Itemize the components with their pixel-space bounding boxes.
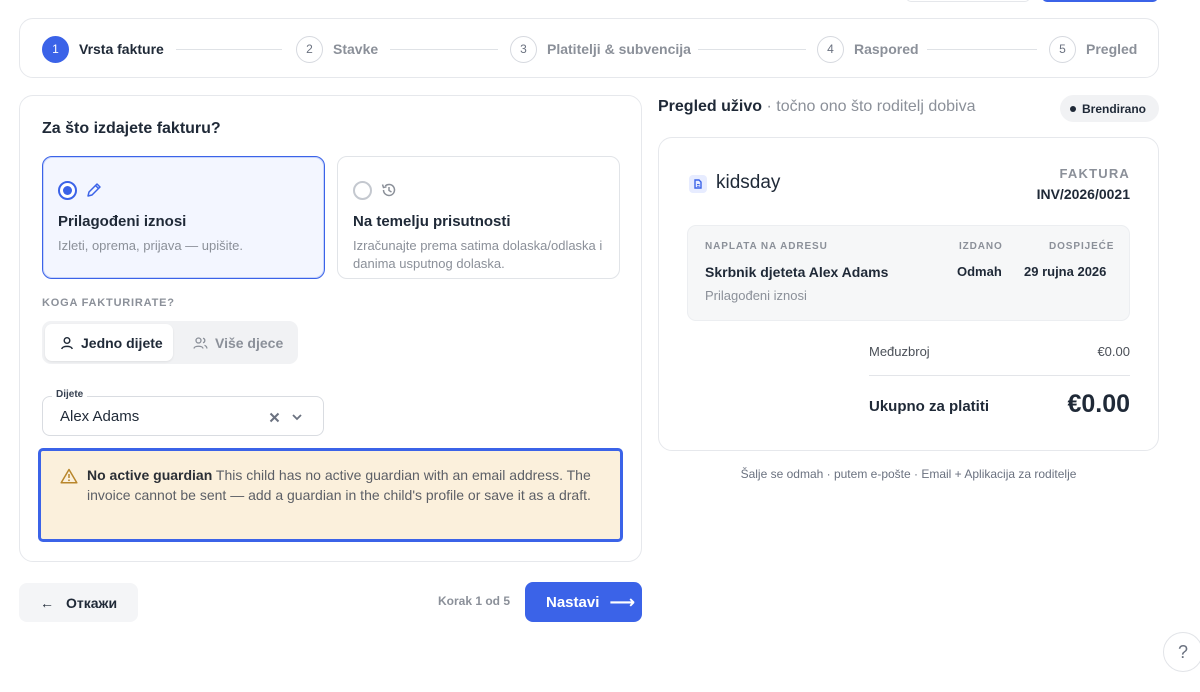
badge-label: Brendirano <box>1082 101 1147 116</box>
issued-label: IZDANO <box>959 241 1003 252</box>
alert-message: No active guardian This child has no act… <box>87 465 604 505</box>
due-label: DOSPIJEĆE <box>1049 241 1115 252</box>
option-description: Izračunajte prema satima dolaska/odlaska… <box>353 238 603 271</box>
segment-label: Više djece <box>215 334 284 351</box>
users-icon <box>193 336 208 349</box>
user-icon <box>61 336 73 349</box>
subtotal-label: Međuzbroj <box>869 344 930 359</box>
top-secondary-button[interactable] <box>906 0 1030 2</box>
step-label: Stavke <box>333 41 379 57</box>
step-label: Pregled <box>1086 41 1138 57</box>
step-number: 1 <box>42 35 69 63</box>
next-label: Nastavi <box>546 593 600 611</box>
segment-label: Jedno dijete <box>81 334 163 351</box>
step-label: Platitelji & subvencija <box>547 41 691 57</box>
help-button[interactable]: ? <box>1163 632 1200 672</box>
child-select-value: Alex Adams <box>60 408 140 425</box>
invoice-preview-card: kidsday FAKTURA INV/2026/0021 NAPLATA NA… <box>658 137 1159 451</box>
preview-title-main: Pregled uživo <box>658 98 763 115</box>
panel-question: Za što izdajete fakturu? <box>42 120 221 137</box>
total-label: Ukupno za platiti <box>869 398 989 415</box>
child-count-toggle: Jedno dijete Više djece <box>42 321 298 364</box>
subtotal-value: €0.00 <box>1097 344 1130 359</box>
multiple-children-tab[interactable]: Više djece <box>176 324 294 361</box>
brand-name: kidsday <box>716 172 781 193</box>
wizard-stepper: 1 Vrsta fakture 2 Stavke 3 Platitelji & … <box>19 18 1159 78</box>
step-schedule[interactable]: 4 Raspored <box>817 35 919 63</box>
total-value: €0.00 <box>1067 390 1130 418</box>
invoice-type-panel: Za što izdajete fakturu? Prilagođeni izn… <box>19 95 642 562</box>
step-number: 5 <box>1049 35 1076 63</box>
step-payers[interactable]: 3 Platitelji & subvencija <box>510 35 691 63</box>
step-number: 4 <box>817 35 844 63</box>
help-icon: ? <box>1177 641 1188 662</box>
preview-title-sub: · točno ono što roditelj dobiva <box>762 98 976 115</box>
bill-to-sub: Prilagođeni iznosi <box>705 288 807 303</box>
step-label: Vrsta fakture <box>79 41 164 57</box>
preview-title: Pregled uživo · točno ono što roditelj d… <box>658 98 976 116</box>
step-indicator: Korak 1 od 5 <box>438 594 511 608</box>
step-connector <box>698 49 806 50</box>
option-custom-amounts[interactable]: Prilagođeni iznosi Izleti, oprema, prija… <box>42 156 325 279</box>
step-connector <box>176 49 282 50</box>
option-attendance-based[interactable]: Na temelju prisutnosti Izračunajte prema… <box>337 156 620 279</box>
top-primary-button[interactable] <box>1042 0 1158 2</box>
who-label: KOGA FAKTURIRATE? <box>42 297 175 309</box>
no-guardian-alert: No active guardian This child has no act… <box>38 448 623 542</box>
cancel-label: Откажи <box>66 594 118 611</box>
option-description: Izleti, oprema, prijava — upišite. <box>58 238 243 253</box>
child-select[interactable]: Dijete Alex Adams <box>42 389 324 436</box>
delivery-note: Šalje se odmah · putem e-pošte · Email +… <box>740 467 1077 481</box>
total-divider <box>869 375 1130 376</box>
step-number: 2 <box>296 35 323 63</box>
radio-selected[interactable] <box>58 181 77 200</box>
next-button[interactable]: Nastavi ⟶ <box>525 582 642 622</box>
step-connector <box>927 49 1037 50</box>
cancel-button[interactable]: ← Откажи <box>19 583 138 622</box>
option-title: Prilagođeni iznosi <box>58 213 187 230</box>
clear-icon[interactable] <box>269 412 280 423</box>
step-items[interactable]: 2 Stavke <box>296 35 378 63</box>
bill-to-box: NAPLATA NA ADRESU Skrbnik djeteta Alex A… <box>687 225 1130 321</box>
clock-history-icon <box>381 183 396 197</box>
step-invoice-type[interactable]: 1 Vrsta fakture <box>42 35 164 63</box>
pencil-icon <box>87 183 101 197</box>
bill-to-name: Skrbnik djeteta Alex Adams <box>705 264 889 280</box>
step-connector <box>390 49 498 50</box>
option-title: Na temelju prisutnosti <box>353 213 511 230</box>
chevron-down-icon[interactable] <box>291 412 303 422</box>
brand-logo-icon <box>689 175 707 193</box>
branded-badge: Brendirano <box>1060 95 1159 122</box>
radio-unselected[interactable] <box>353 181 372 200</box>
arrow-left-icon: ← <box>40 594 54 611</box>
invoice-label: FAKTURA <box>1059 166 1130 181</box>
alert-title: No active guardian <box>87 467 213 483</box>
issued-value: Odmah <box>957 264 1002 279</box>
step-review[interactable]: 5 Pregled <box>1049 35 1137 63</box>
due-value: 29 rujna 2026 <box>1024 264 1107 279</box>
subtotal-row: Međuzbroj €0.00 <box>869 344 1130 359</box>
invoice-number: INV/2026/0021 <box>1036 186 1130 202</box>
step-label: Raspored <box>854 41 919 57</box>
child-select-label: Dijete <box>52 389 88 400</box>
step-number: 3 <box>510 35 537 63</box>
warning-icon <box>60 468 78 484</box>
single-child-tab[interactable]: Jedno dijete <box>45 324 173 361</box>
arrow-right-icon: ⟶ <box>609 591 636 612</box>
bill-to-label: NAPLATA NA ADRESU <box>705 241 828 252</box>
badge-dot-icon <box>1070 105 1076 112</box>
